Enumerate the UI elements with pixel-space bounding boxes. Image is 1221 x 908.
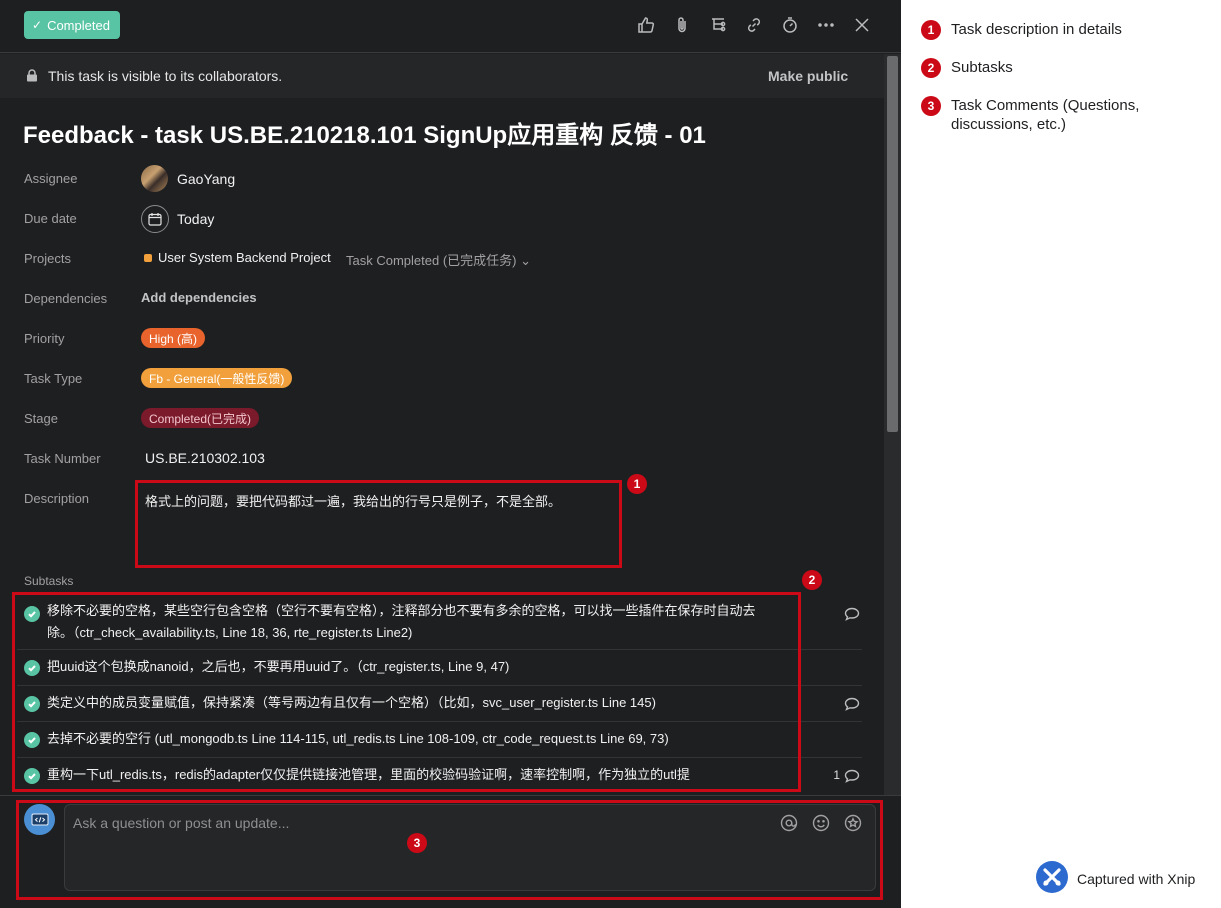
comment-count: 1 — [833, 768, 840, 782]
legend-item: 2 Subtasks — [921, 58, 1161, 78]
description-label: Description — [24, 491, 90, 506]
priority-tag[interactable]: High (高) — [141, 328, 206, 348]
task-type-label: Task Type — [24, 371, 83, 386]
thumbs-up-icon[interactable] — [635, 14, 657, 36]
task-type-tag[interactable]: Fb - General(一般性反馈) — [141, 368, 293, 388]
annotation-legend: 1 Task description in details 2 Subtasks… — [901, 0, 1221, 908]
close-icon[interactable] — [851, 14, 873, 36]
checkmark-icon[interactable] — [24, 696, 40, 712]
legend-badge-2: 2 — [921, 58, 941, 78]
description-text[interactable]: 格式上的问题，要把代码都过一遍，我给出的行号只是例子，不是全部。 — [145, 491, 561, 510]
legend-item: 3 Task Comments (Questions, discussions,… — [921, 96, 1161, 134]
subtask-row[interactable]: 类定义中的成员变量赋值，保持紧凑（等号两边有且仅有一个空格）（比如，svc_us… — [17, 686, 862, 722]
subtask-row[interactable]: 移除不必要的空格，某些空行包含空格（空行不要有空格），注释部分也不要有多余的空格… — [17, 594, 862, 650]
assignee-label: Assignee — [24, 171, 78, 186]
xnip-logo-icon — [1036, 861, 1068, 893]
mention-icon[interactable] — [780, 814, 800, 834]
legend-text: Task Comments (Questions, discussions, e… — [951, 97, 1140, 133]
scrollbar-thumb[interactable] — [887, 56, 898, 432]
checkmark-icon[interactable] — [24, 732, 40, 748]
checkmark-icon[interactable] — [24, 660, 40, 676]
lock-icon — [27, 69, 37, 82]
task-number-label: Task Number — [24, 451, 101, 466]
due-date-label: Due date — [24, 211, 77, 226]
legend-badge-1: 1 — [921, 20, 941, 40]
comment-icon[interactable] — [844, 696, 860, 712]
legend-item: 1 Task description in details — [921, 20, 1161, 40]
legend-text: Task description in details — [951, 21, 1122, 38]
visibility-banner: This task is visible to its collaborator… — [0, 54, 884, 98]
add-dependencies-button[interactable]: Add dependencies — [141, 290, 257, 305]
comment-input[interactable] — [73, 815, 763, 831]
dependencies-label: Dependencies — [24, 291, 108, 306]
task-toolbar: ✓ Completed — [0, 0, 901, 53]
annotation-badge-1: 1 — [627, 474, 647, 494]
project-name[interactable]: User System Backend Project — [158, 250, 331, 265]
link-icon[interactable] — [743, 14, 765, 36]
assignee-avatar[interactable] — [141, 165, 168, 192]
visibility-text: This task is visible to its collaborator… — [48, 68, 283, 84]
annotation-badge-3: 3 — [407, 833, 427, 853]
comment-icon[interactable] — [844, 768, 860, 784]
priority-label: Priority — [24, 331, 65, 346]
subtask-row[interactable]: 去掉不必要的空行 (utl_mongodb.ts Line 114-115, u… — [17, 722, 862, 758]
chevron-down-icon: ⌄ — [520, 253, 532, 268]
subtask-text[interactable]: 去掉不必要的空行 (utl_mongodb.ts Line 114-115, u… — [47, 728, 777, 750]
due-date-value[interactable]: Today — [177, 211, 214, 227]
comment-icon[interactable] — [844, 606, 860, 622]
task-number-value[interactable]: US.BE.210302.103 — [145, 450, 265, 466]
user-avatar[interactable] — [24, 804, 55, 835]
project-section-dropdown[interactable]: Task Completed (已完成任务) ⌄ — [346, 250, 531, 269]
project-section-label: Task Completed (已完成任务) — [346, 253, 517, 268]
task-detail-panel: ✓ Completed This task is visible to its … — [0, 0, 901, 908]
subtask-icon[interactable] — [707, 14, 729, 36]
make-public-button[interactable]: Make public — [768, 68, 848, 84]
subtask-text[interactable]: 移除不必要的空格，某些空行包含空格（空行不要有空格），注释部分也不要有多余的空格… — [47, 600, 777, 644]
screenshot-root: ✓ Completed This task is visible to its … — [0, 0, 1221, 908]
subtasks-list: 移除不必要的空格，某些空行包含空格（空行不要有空格），注释部分也不要有多余的空格… — [17, 594, 862, 794]
annotation-badge-2: 2 — [802, 570, 822, 590]
stage-tag[interactable]: Completed(已完成) — [141, 408, 260, 428]
completed-label: Completed — [47, 17, 110, 33]
star-icon[interactable] — [844, 814, 864, 834]
legend-badge-3: 3 — [921, 96, 941, 116]
subtasks-label: Subtasks — [24, 574, 74, 588]
projects-label: Projects — [24, 251, 71, 266]
legend-text: Subtasks — [951, 59, 1013, 76]
completed-button[interactable]: ✓ Completed — [24, 11, 120, 39]
calendar-icon[interactable] — [141, 205, 169, 233]
assignee-name[interactable]: GaoYang — [177, 171, 235, 187]
subtask-text[interactable]: 重构一下utl_redis.ts，redis的adapter仅仅提供链接池管理，… — [47, 764, 777, 786]
paperclip-icon[interactable] — [671, 14, 693, 36]
checkmark-icon[interactable] — [24, 768, 40, 784]
subtask-row[interactable]: 把uuid这个包换成nanoid，之后也，不要再用uuid了。（ctr_regi… — [17, 650, 862, 686]
subtask-text[interactable]: 把uuid这个包换成nanoid，之后也，不要再用uuid了。（ctr_regi… — [47, 656, 777, 678]
task-title[interactable]: Feedback - task US.BE.210218.101 SignUp应… — [23, 115, 706, 150]
check-icon: ✓ — [32, 18, 43, 32]
emoji-icon[interactable] — [812, 814, 832, 834]
more-icon[interactable] — [815, 14, 837, 36]
checkmark-icon[interactable] — [24, 606, 40, 622]
subtask-text[interactable]: 类定义中的成员变量赋值，保持紧凑（等号两边有且仅有一个空格）（比如，svc_us… — [47, 692, 777, 714]
project-color-dot — [144, 254, 152, 262]
captured-with-label: Captured with Xnip — [1077, 871, 1196, 887]
stage-label: Stage — [24, 411, 58, 426]
comment-box[interactable] — [64, 804, 876, 891]
subtask-row[interactable]: 重构一下utl_redis.ts，redis的adapter仅仅提供链接池管理，… — [17, 758, 862, 794]
timer-icon[interactable] — [779, 14, 801, 36]
